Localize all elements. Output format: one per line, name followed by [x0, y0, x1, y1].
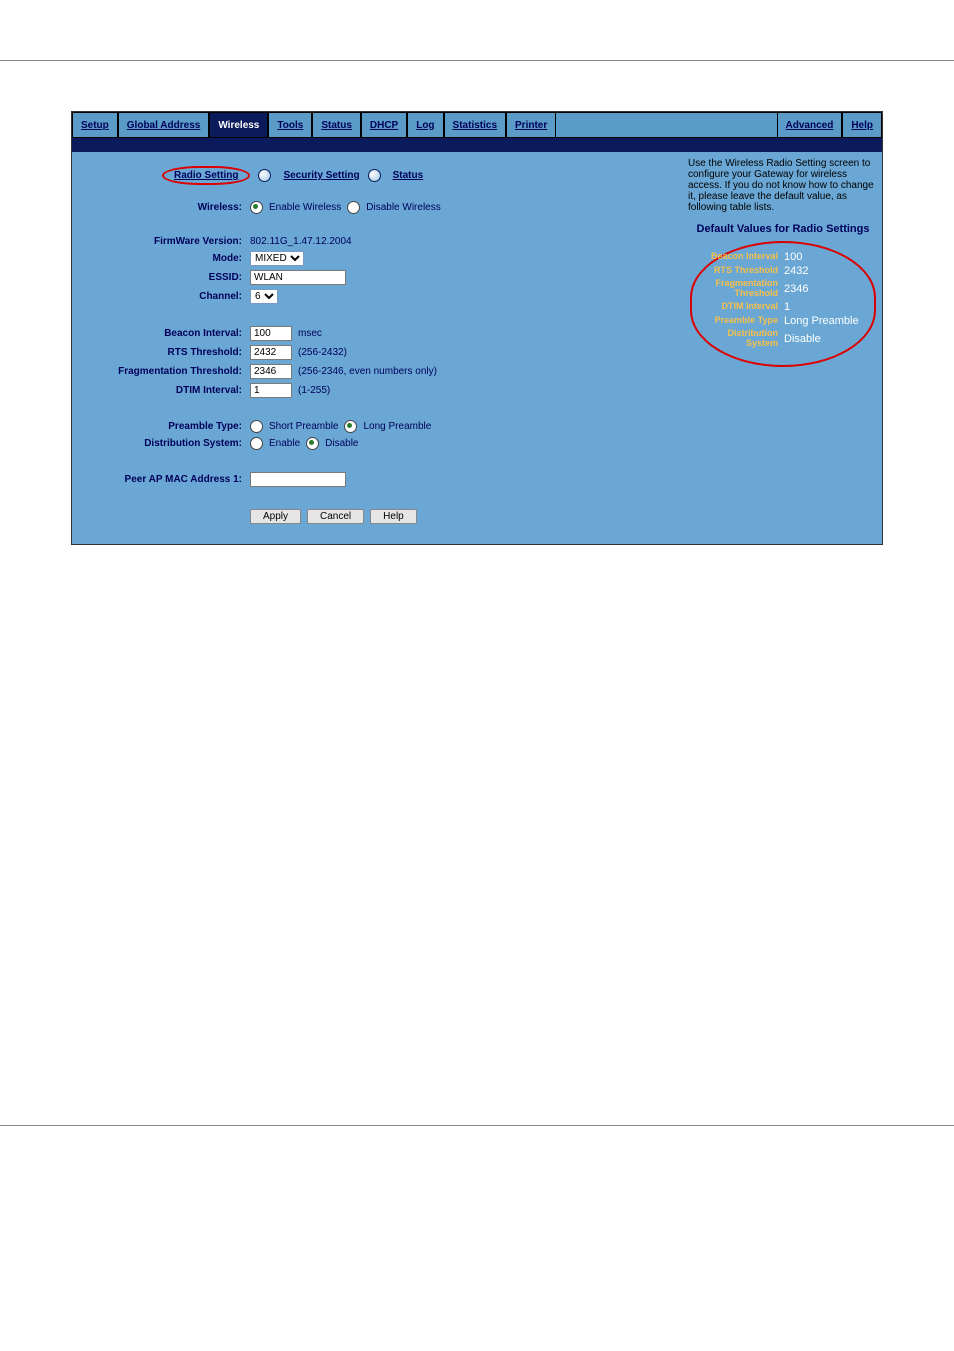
main-panel: Radio Setting Security Setting Status Wi… [72, 152, 684, 544]
def-rts-label: RTS Threshold [700, 266, 784, 276]
def-dtim-label: DTIM Interval [700, 302, 784, 312]
help-panel: Use the Wireless Radio Setting screen to… [684, 152, 882, 544]
mode-select[interactable]: MIXED [250, 251, 304, 266]
opt-enable-wireless: Enable Wireless [269, 202, 341, 213]
label-beacon: Beacon Interval: [82, 328, 250, 339]
def-preamble-value: Long Preamble [784, 315, 859, 327]
tab-log[interactable]: Log [407, 112, 443, 138]
def-preamble-label: Preamble Type [700, 316, 784, 326]
subtab-bar: Radio Setting Security Setting Status [82, 166, 674, 185]
radio-enable-wireless[interactable] [250, 201, 263, 214]
frag-input[interactable] [250, 364, 292, 379]
subtab-status[interactable]: Status [393, 170, 424, 181]
tab-advanced[interactable]: Advanced [777, 112, 843, 138]
tab-tools[interactable]: Tools [268, 112, 312, 138]
tab-printer[interactable]: Printer [506, 112, 556, 138]
radio-disable-wireless[interactable] [347, 201, 360, 214]
label-channel: Channel: [82, 291, 250, 302]
label-rts: RTS Threshold: [82, 347, 250, 358]
help-text: Use the Wireless Radio Setting screen to… [688, 158, 878, 213]
bullet-icon [368, 169, 381, 182]
screenshot-window: Setup Global Address Wireless Tools Stat… [71, 111, 883, 545]
tab-global-address[interactable]: Global Address [118, 112, 210, 138]
label-mode: Mode: [82, 253, 250, 264]
hint-rts: (256-2432) [298, 347, 347, 358]
tab-status[interactable]: Status [312, 112, 361, 138]
radio-long-preamble[interactable] [344, 420, 357, 433]
bullet-icon [258, 169, 271, 182]
def-frag-value: 2346 [784, 283, 808, 295]
channel-select[interactable]: 6 [250, 289, 278, 304]
label-preamble: Preamble Type: [82, 421, 250, 432]
def-dtim-value: 1 [784, 301, 790, 313]
tab-help[interactable]: Help [842, 112, 882, 138]
beacon-input[interactable] [250, 326, 292, 341]
def-dist-value: Disable [784, 333, 821, 345]
label-dtim: DTIM Interval: [82, 385, 250, 396]
def-beacon-label: Beacon Interval [700, 252, 784, 262]
radio-short-preamble[interactable] [250, 420, 263, 433]
opt-long-preamble: Long Preamble [363, 421, 431, 432]
opt-dist-disable: Disable [325, 438, 358, 449]
label-wireless: Wireless: [82, 202, 250, 213]
tab-statistics[interactable]: Statistics [444, 112, 506, 138]
apply-button[interactable]: Apply [250, 509, 301, 524]
defaults-heading: Default Values for Radio Settings [688, 223, 878, 235]
help-button[interactable]: Help [370, 509, 417, 524]
subtab-security-setting[interactable]: Security Setting [283, 170, 359, 181]
opt-dist-enable: Enable [269, 438, 300, 449]
cancel-button[interactable]: Cancel [307, 509, 364, 524]
label-essid: ESSID: [82, 272, 250, 283]
radio-dist-disable[interactable] [306, 437, 319, 450]
value-firmware: 802.11G_1.47.12.2004 [250, 236, 352, 247]
label-frag: Fragmentation Threshold: [82, 366, 250, 377]
hint-frag: (256-2346, even numbers only) [298, 366, 437, 377]
nav-stripe [72, 138, 882, 152]
tab-dhcp[interactable]: DHCP [361, 112, 407, 138]
top-nav: Setup Global Address Wireless Tools Stat… [72, 112, 882, 138]
opt-disable-wireless: Disable Wireless [366, 202, 440, 213]
def-beacon-value: 100 [784, 251, 802, 263]
label-firmware: FirmWare Version: [82, 236, 250, 247]
def-rts-value: 2432 [784, 265, 808, 277]
peer-mac-input[interactable] [250, 472, 346, 487]
opt-short-preamble: Short Preamble [269, 421, 338, 432]
essid-input[interactable] [250, 270, 346, 285]
defaults-circle: Beacon Interval100 RTS Threshold2432 Fra… [690, 241, 876, 367]
def-dist-label: Distribution System [700, 329, 784, 349]
def-frag-label: Fragmentation Threshold [700, 279, 784, 299]
dtim-input[interactable] [250, 383, 292, 398]
radio-dist-enable[interactable] [250, 437, 263, 450]
label-peer-mac: Peer AP MAC Address 1: [82, 474, 250, 485]
label-distribution: Distribution System: [82, 438, 250, 449]
nav-spacer [556, 112, 776, 138]
hint-dtim: (1-255) [298, 385, 330, 396]
tab-wireless[interactable]: Wireless [209, 112, 268, 138]
rts-input[interactable] [250, 345, 292, 360]
subtab-radio-setting[interactable]: Radio Setting [162, 166, 250, 185]
tab-setup[interactable]: Setup [72, 112, 118, 138]
hint-msec: msec [298, 328, 322, 339]
